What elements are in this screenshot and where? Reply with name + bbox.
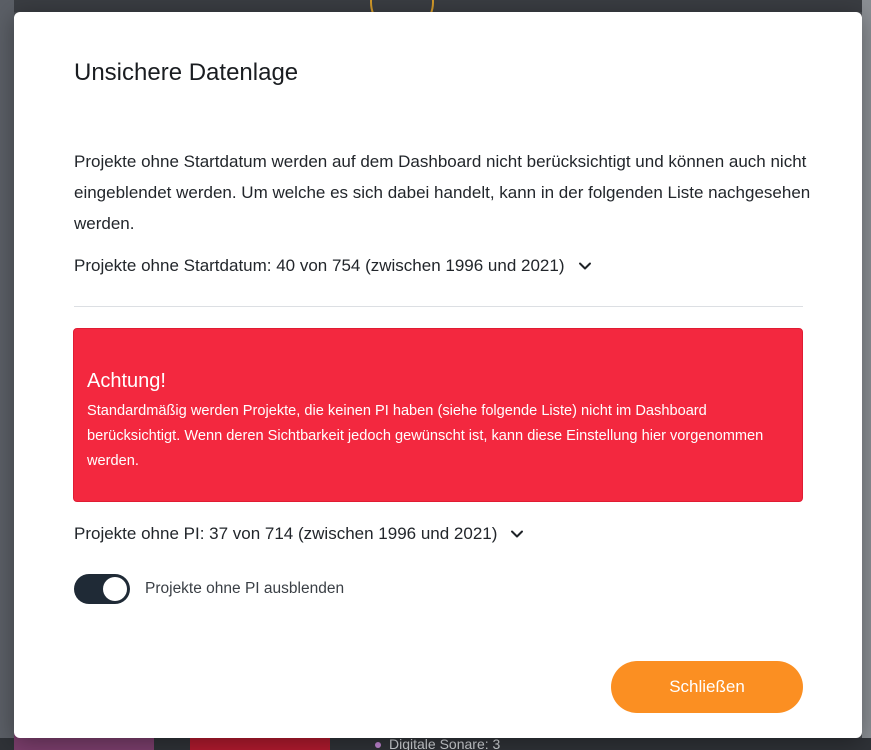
- background-shape: [190, 736, 330, 750]
- chevron-down-icon: [509, 526, 525, 542]
- no-start-date-summary: Projekte ohne Startdatum: 40 von 754 (zw…: [74, 256, 565, 275]
- no-start-date-expander[interactable]: Projekte ohne Startdatum: 40 von 754 (zw…: [74, 256, 593, 276]
- dialog-title: Unsichere Datenlage: [74, 59, 299, 86]
- alert-heading: Achtung!: [87, 370, 166, 392]
- toggle-knob: [103, 577, 127, 601]
- divider: [74, 306, 803, 307]
- dialog-intro-text: Projekte ohne Startdatum werden auf dem …: [74, 152, 811, 233]
- warning-alert: Achtung! Standardmäßig werden Projekte, …: [73, 328, 803, 502]
- no-pi-expander[interactable]: Projekte ohne PI: 37 von 714 (zwischen 1…: [74, 524, 525, 544]
- hide-no-pi-setting: Projekte ohne PI ausblenden: [74, 574, 344, 604]
- background-panel: [862, 0, 871, 750]
- chevron-down-icon: [577, 258, 593, 274]
- data-quality-dialog: Unsichere Datenlage Projekte ohne Startd…: [14, 12, 862, 738]
- toggle-label: Projekte ohne PI ausblenden: [145, 580, 345, 597]
- legend-dot-icon: [375, 742, 381, 749]
- alert-text: Standardmäßig werden Projekte, die keine…: [87, 403, 764, 469]
- background-panel: [14, 0, 862, 12]
- background-panel: [0, 0, 14, 750]
- hide-no-pi-toggle[interactable]: [74, 574, 130, 604]
- no-pi-summary: Projekte ohne PI: 37 von 714 (zwischen 1…: [74, 524, 498, 543]
- background-text: Digitale Sonare: 3: [375, 736, 500, 750]
- close-button[interactable]: Schließen: [611, 661, 803, 713]
- background-label: Digitale Sonare: 3: [389, 736, 501, 750]
